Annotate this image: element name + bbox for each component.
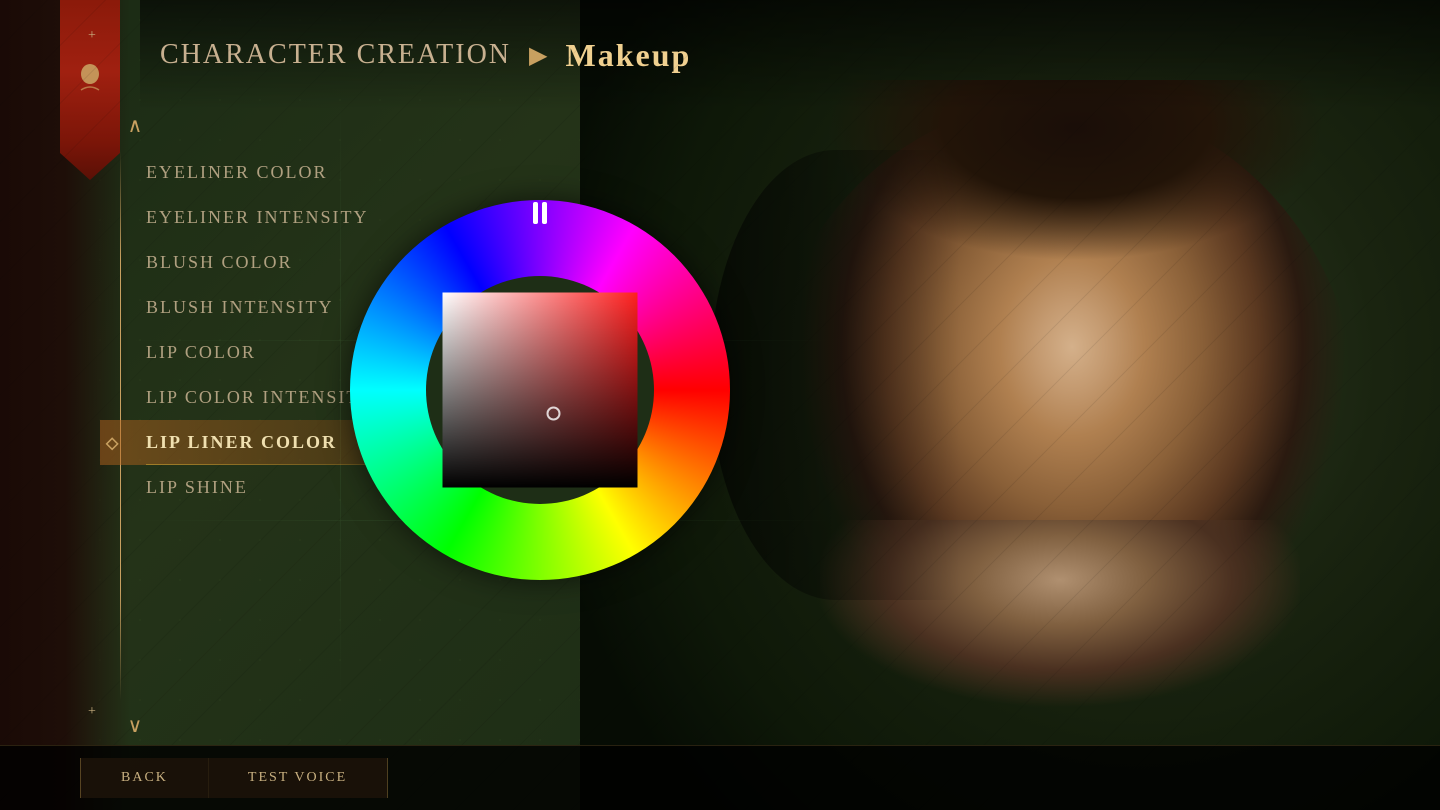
breadcrumb: Character Creation ▶ Makeup: [160, 37, 691, 74]
top-nav: Character Creation ▶ Makeup: [140, 0, 1440, 110]
hue-marker-right: [542, 202, 547, 224]
decorative-plus-bottom: +: [88, 704, 96, 720]
bottom-bar: Back Test Voice: [0, 745, 1440, 810]
color-saturation-square[interactable]: [443, 293, 638, 488]
color-picker[interactable]: [350, 200, 730, 580]
portrait-shadow: [710, 150, 960, 600]
test-voice-button[interactable]: Test Voice: [208, 758, 387, 798]
breadcrumb-separator: ▶: [529, 41, 547, 70]
back-button[interactable]: Back: [80, 758, 208, 798]
saturation-black-overlay: [443, 293, 638, 488]
menu-item-eyeliner-color[interactable]: Eyeliner Color: [100, 150, 520, 195]
breadcrumb-current: Makeup: [565, 37, 691, 74]
scroll-down-button[interactable]: ∨: [120, 710, 150, 740]
hue-marker-left: [533, 202, 538, 224]
breadcrumb-parent: Character Creation: [160, 39, 511, 71]
hue-handle[interactable]: [531, 202, 549, 226]
color-cursor[interactable]: [547, 406, 561, 420]
character-icon: [75, 60, 105, 95]
scroll-up-button[interactable]: ∧: [120, 110, 150, 140]
decorative-plus-top: +: [88, 28, 96, 44]
